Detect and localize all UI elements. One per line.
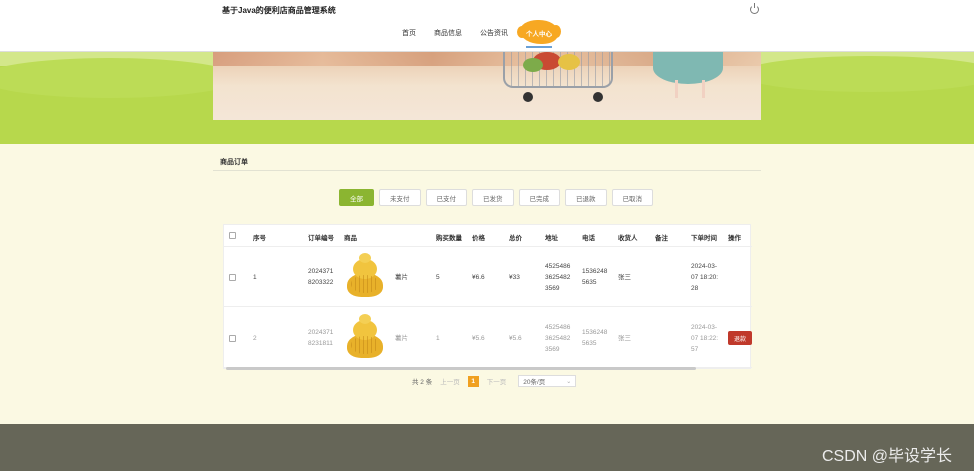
row-product: 薯片 bbox=[395, 274, 408, 281]
row-qty: 5 bbox=[436, 274, 440, 281]
table-header: 序号 订单编号 商品 购买数量 价格 总价 地址 电话 收货人 备注 下单时间 … bbox=[224, 225, 752, 247]
watermark: CSDN @毕设学长 bbox=[822, 448, 953, 465]
page-size-select[interactable]: 20条/页 ⌄ bbox=[518, 375, 577, 387]
col-address: 地址 bbox=[545, 235, 558, 242]
row-price: ¥6.6 bbox=[472, 274, 485, 281]
col-product: 商品 bbox=[344, 235, 357, 242]
shopping-cart-illustration bbox=[483, 52, 623, 102]
table-row: 1 2024371 8203322 薯片 5 ¥6.6 ¥33 4525486 36… bbox=[224, 247, 752, 307]
row-receiver: 张三 bbox=[618, 274, 631, 281]
row-phone: 1536248 5635 bbox=[582, 268, 608, 286]
row-total: ¥5.6 bbox=[509, 335, 522, 342]
power-icon[interactable] bbox=[750, 3, 759, 14]
col-total: 总价 bbox=[509, 235, 522, 242]
row-total: ¥33 bbox=[509, 274, 520, 281]
col-price: 价格 bbox=[472, 235, 485, 242]
row-address: 4525486 3625482 3569 bbox=[545, 263, 571, 292]
horizontal-scrollbar[interactable] bbox=[226, 367, 696, 370]
row-qty: 1 bbox=[436, 335, 440, 342]
active-underline bbox=[526, 46, 552, 48]
select-all-checkbox[interactable] bbox=[229, 232, 236, 239]
nav-profile[interactable]: 个人中心 bbox=[517, 20, 561, 48]
row-time: 2024-03- 07 18:22: 57 bbox=[691, 324, 719, 353]
row-order-no: 2024371 8203322 bbox=[308, 268, 334, 286]
product-image bbox=[345, 253, 385, 299]
col-phone: 电话 bbox=[582, 235, 595, 242]
nav-news[interactable]: 公告资讯 bbox=[480, 28, 508, 38]
row-index: 1 bbox=[253, 274, 257, 281]
row-product: 薯片 bbox=[395, 335, 408, 342]
divider bbox=[213, 170, 761, 171]
filter-paid[interactable]: 已支付 bbox=[425, 189, 467, 206]
filter-refunded[interactable]: 已退款 bbox=[565, 189, 607, 206]
row-price: ¥5.6 bbox=[472, 335, 485, 342]
row-checkbox[interactable] bbox=[229, 335, 236, 342]
filter-completed[interactable]: 已完成 bbox=[518, 189, 560, 206]
filter-shipped[interactable]: 已发货 bbox=[472, 189, 514, 206]
col-qty: 购买数量 bbox=[436, 235, 462, 242]
filter-all[interactable]: 全部 bbox=[339, 189, 374, 206]
col-time: 下单时间 bbox=[691, 235, 717, 242]
site-title: 基于Java的便利店商品管理系统 bbox=[222, 6, 336, 15]
pager-current[interactable]: 1 bbox=[467, 375, 479, 387]
page-size-label: 20条/页 bbox=[523, 379, 546, 386]
pagination: 共 2 条 上一页 1 下一页 20条/页 ⌄ bbox=[412, 375, 577, 387]
orders-table: 序号 订单编号 商品 购买数量 价格 总价 地址 电话 收货人 备注 下单时间 … bbox=[223, 224, 752, 370]
section-title: 商品订单 bbox=[220, 159, 248, 166]
row-receiver: 张三 bbox=[618, 335, 631, 342]
table-row: 2 2024371 8231811 薯片 1 ¥5.6 ¥5.6 4525486 3… bbox=[224, 308, 752, 368]
refund-button[interactable]: 退款 bbox=[728, 331, 752, 345]
top-bar: 基于Java的便利店商品管理系统 首页 商品信息 公告资讯 个人中心 bbox=[0, 0, 974, 52]
pager-total: 共 2 条 bbox=[412, 379, 433, 386]
row-index: 2 bbox=[253, 335, 257, 342]
status-filter-tabs: 全部 未支付 已支付 已发货 已完成 已退款 已取消 bbox=[339, 189, 658, 206]
col-order-no: 订单编号 bbox=[308, 235, 334, 242]
row-checkbox[interactable] bbox=[229, 274, 236, 281]
banner-image bbox=[213, 52, 761, 120]
pager-next[interactable]: 下一页 bbox=[487, 376, 507, 386]
chevron-down-icon: ⌄ bbox=[566, 378, 572, 385]
nav-home[interactable]: 首页 bbox=[402, 28, 416, 38]
col-receiver: 收货人 bbox=[618, 235, 638, 242]
row-order-no: 2024371 8231811 bbox=[308, 329, 334, 347]
row-phone: 1536248 5635 bbox=[582, 329, 608, 347]
row-time: 2024-03- 07 18:20: 28 bbox=[691, 263, 719, 292]
col-index: 序号 bbox=[253, 235, 266, 242]
nav-profile-label: 个人中心 bbox=[526, 31, 552, 38]
col-action: 操作 bbox=[728, 235, 741, 242]
nav-products[interactable]: 商品信息 bbox=[434, 28, 462, 38]
product-image bbox=[345, 314, 385, 360]
filter-unpaid[interactable]: 未支付 bbox=[379, 189, 421, 206]
pager-prev[interactable]: 上一页 bbox=[440, 376, 460, 386]
main-nav: 首页 商品信息 公告资讯 个人中心 bbox=[402, 20, 561, 48]
col-remark: 备注 bbox=[655, 235, 668, 242]
row-address: 4525486 3625482 3569 bbox=[545, 324, 571, 353]
filter-cancelled[interactable]: 已取消 bbox=[611, 189, 653, 206]
